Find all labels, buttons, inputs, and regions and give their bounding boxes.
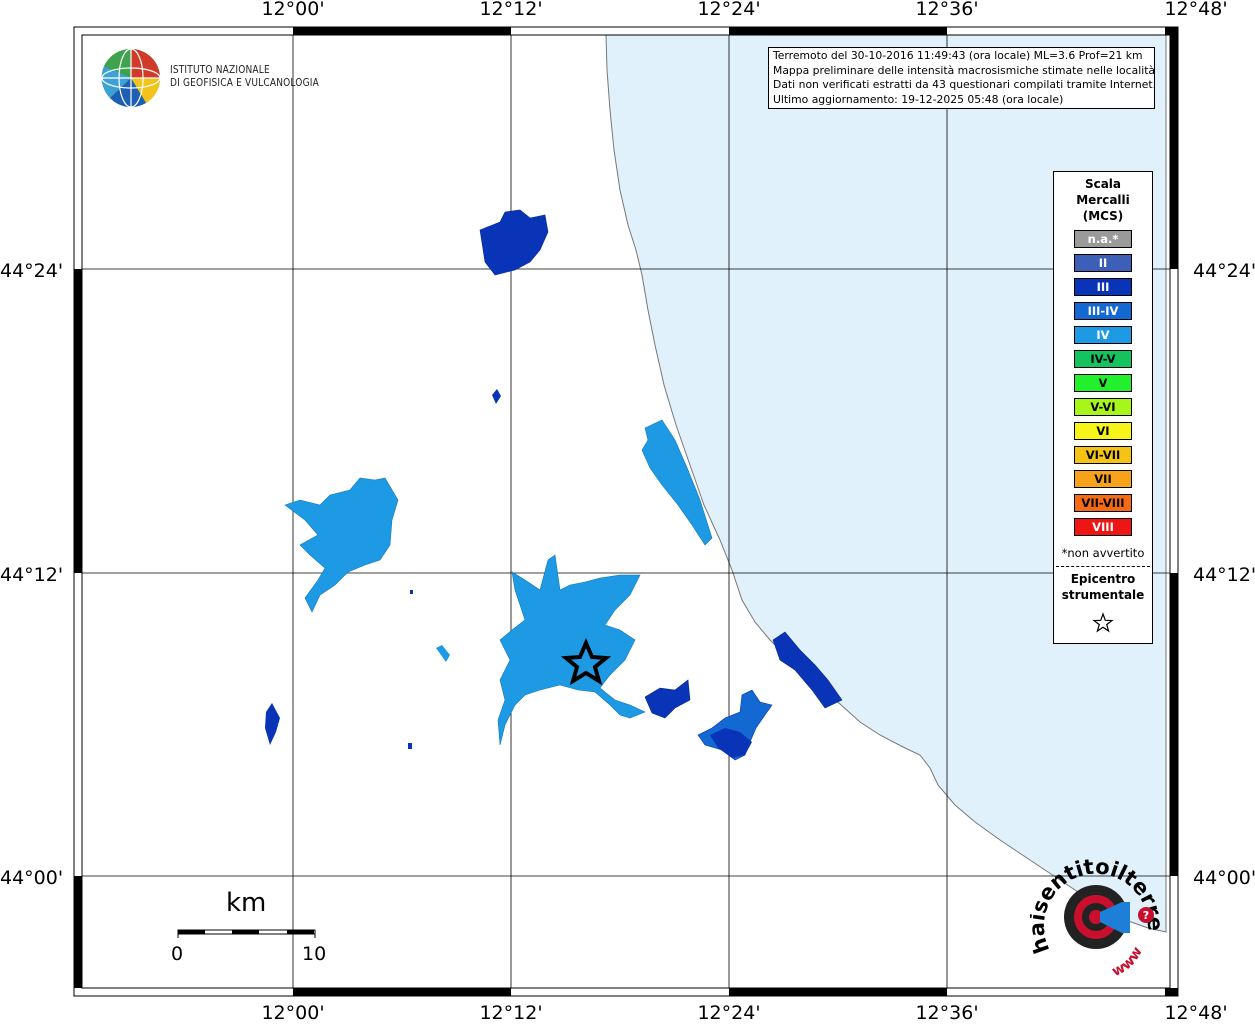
legend-swatch-iv: IV	[1074, 326, 1132, 344]
scale-bar	[177, 929, 316, 938]
lon-label-top-2: 12°12'	[479, 0, 543, 20]
area-intensity-III-southwest	[265, 703, 280, 745]
scale-end: 10	[302, 943, 327, 965]
lon-label-top-3: 12°24'	[697, 0, 761, 20]
ingv-name: ISTITUTO NAZIONALE DI GEOFISICA E VULCAN…	[170, 64, 319, 90]
legend-swatch-vi-vii: VI-VII	[1074, 446, 1132, 464]
area-intensity-III-tiny	[408, 743, 412, 749]
area-intensity-III-north	[479, 209, 549, 276]
area-intensity-IV-central	[497, 554, 646, 746]
mcs-legend: Scala Mercalli (MCS) n.a.* II III III-IV IV I…	[1053, 171, 1153, 644]
lon-label-bottom-3: 12°24'	[697, 1002, 761, 1024]
legend-title: Scala Mercalli (MCS)	[1054, 176, 1152, 224]
lon-label-top-4: 12°36'	[915, 0, 979, 20]
ingv-name-line-2: DI GEOFISICA E VULCANOLOGIA	[170, 77, 319, 89]
legend-swatch-vii: VII	[1074, 470, 1132, 488]
haisentito-logo: haisentitoilterremoto.it www. ?	[1030, 855, 1167, 980]
legend-title-line-3: (MCS)	[1082, 209, 1124, 223]
lon-label-top-1: 12°00'	[261, 0, 325, 20]
legend-swatch-vi: VI	[1074, 422, 1132, 440]
scale-unit: km	[226, 888, 267, 918]
lon-label-bottom-5: 12°48'	[1164, 1002, 1228, 1024]
legend-swatch-iii-iv: III-IV	[1074, 302, 1132, 320]
lon-label-bottom-2: 12°12'	[479, 1002, 543, 1024]
svg-text:?: ?	[1143, 909, 1149, 922]
lat-label-left-1: 44°24'	[0, 260, 64, 282]
event-info-line-3: Dati non verificati estratti da 43 quest…	[773, 78, 1155, 92]
lat-label-left-3: 44°00'	[0, 867, 64, 889]
legend-swatch-n-a: n.a.*	[1074, 230, 1132, 248]
legend-epicenter-line-2: strumentale	[1061, 588, 1145, 602]
legend-swatch-vii-viii: VII-VIII	[1074, 494, 1132, 512]
legend-epicenter-line-1: Epicentro	[1070, 572, 1136, 586]
lat-label-left-2: 44°12'	[0, 564, 64, 586]
event-info-line-2: Mappa preliminare delle intensità macros…	[773, 63, 1155, 77]
legend-swatch-v-vi: V-VI	[1074, 398, 1132, 416]
legend-swatch-ii: II	[1074, 254, 1132, 272]
legend-divider	[1056, 566, 1150, 567]
ingv-globe-icon	[101, 48, 161, 108]
legend-note: *non avvertito	[1061, 546, 1145, 560]
lon-label-top-5: 12°48'	[1164, 0, 1228, 20]
lat-label-right-1: 44°24'	[1193, 260, 1255, 282]
event-info-line-4: Ultimo aggiornamento: 19-12-2025 05:48 (…	[773, 92, 1064, 106]
lat-label-right-2: 44°12'	[1193, 564, 1255, 586]
legend-swatch-iv-v: IV-V	[1074, 350, 1132, 368]
legend-epicenter-label: Epicentro strumentale	[1054, 571, 1152, 603]
lon-label-bottom-4: 12°36'	[915, 1002, 979, 1024]
ingv-name-line-1: ISTITUTO NAZIONALE	[170, 64, 270, 76]
lon-label-bottom-1: 12°00'	[261, 1002, 325, 1024]
legend-title-line-1: Scala	[1084, 177, 1122, 191]
legend-swatch-viii: VIII	[1074, 518, 1132, 536]
area-intensity-III-small	[492, 389, 501, 404]
event-info-line-1: Terremoto del 30-10-2016 11:49:43 (ora l…	[773, 49, 1143, 62]
legend-title-line-2: Mercalli	[1076, 193, 1130, 207]
area-intensity-IV-small	[436, 645, 450, 662]
area-intensity-III-east	[644, 679, 691, 719]
legend-swatch-v: V	[1074, 374, 1132, 392]
lat-label-right-3: 44°00'	[1193, 867, 1255, 889]
scale-start: 0	[171, 943, 184, 965]
legend-swatch-iii: III	[1074, 278, 1132, 296]
event-info-box: Terremoto del 30-10-2016 11:49:43 (ora l…	[768, 47, 1155, 109]
area-intensity-III-tiny2	[410, 590, 413, 594]
area-intensity-IV-west	[284, 477, 399, 613]
legend-star-icon	[1092, 612, 1114, 633]
